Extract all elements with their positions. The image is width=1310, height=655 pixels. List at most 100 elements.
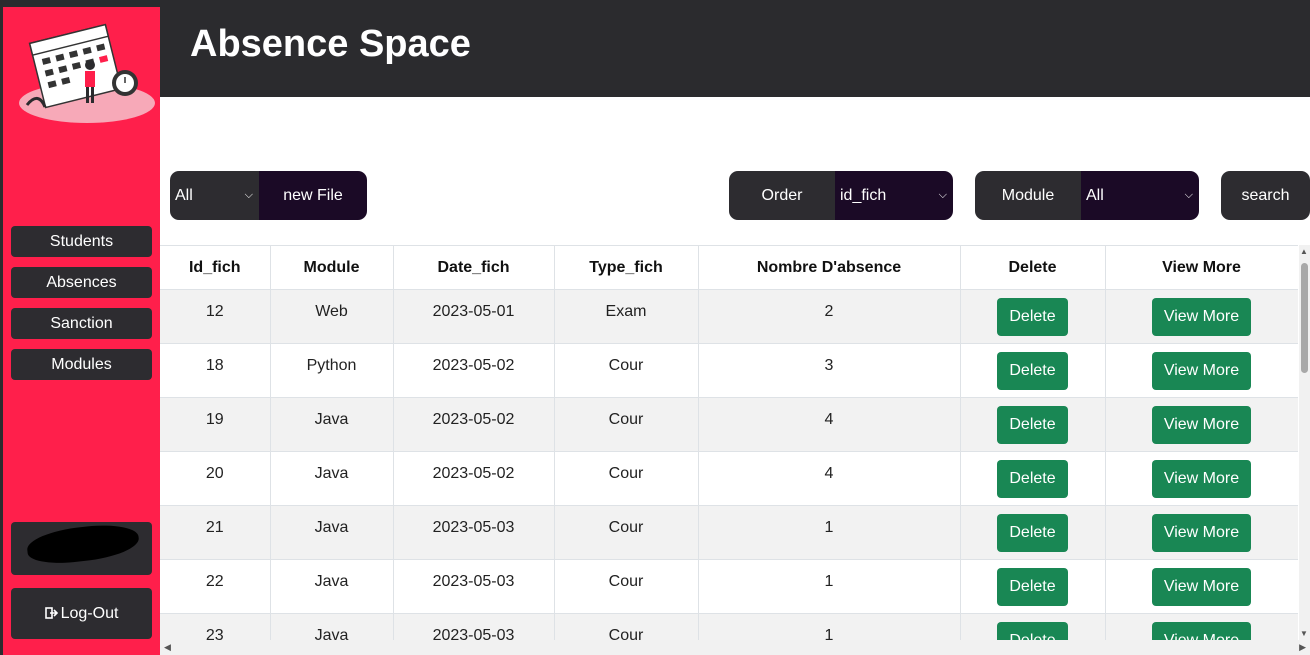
logout-button[interactable]: Log-Out [11, 588, 152, 639]
view-more-button[interactable]: View More [1151, 514, 1252, 552]
view-more-button[interactable]: View More [1151, 460, 1252, 498]
cell-delete: Delete [960, 613, 1106, 640]
module-select[interactable]: All ⌵ [1081, 171, 1199, 220]
module-label-text: Module [1001, 186, 1055, 204]
logout-icon [44, 606, 59, 622]
cell-id: 18 [160, 343, 271, 398]
order-select[interactable]: id_fich ⌵ [835, 171, 953, 220]
view-more-button[interactable]: View More [1151, 406, 1252, 444]
cell-delete: Delete [960, 343, 1106, 398]
order-group: Order id_fich ⌵ [729, 171, 953, 220]
cell-module: Java [270, 559, 394, 614]
table-row: 19 Java 2023-05-02 Cour 4 Delete View Mo… [160, 397, 1298, 452]
table-header-row: Id_fich Module Date_fich Type_fich Nombr… [160, 245, 1298, 290]
delete-button[interactable]: Delete [997, 298, 1068, 336]
scrollbar-thumb[interactable] [1301, 263, 1308, 373]
view-more-button[interactable]: View More [1151, 568, 1252, 606]
cell-module: Java [270, 397, 394, 452]
new-file-button[interactable]: new File [259, 171, 367, 220]
module-label: Module [975, 171, 1081, 220]
delete-button[interactable]: Delete [997, 622, 1068, 640]
module-group: Module All ⌵ [975, 171, 1199, 220]
cell-type: Cour [554, 397, 699, 452]
absence-table-container[interactable]: Id_fich Module Date_fich Type_fich Nombr… [160, 245, 1298, 640]
sidebar-item-modules[interactable]: Modules [11, 349, 152, 380]
sidebar-item-absences[interactable]: Absences [11, 267, 152, 298]
view-more-button[interactable]: View More [1151, 352, 1252, 390]
scroll-left-icon[interactable]: ◀ [164, 642, 171, 653]
cell-type: Exam [554, 289, 699, 344]
cell-id: 23 [160, 613, 271, 640]
cell-view-more: View More [1105, 289, 1298, 344]
cell-module: Java [270, 505, 394, 560]
module-select-value: All [1086, 186, 1104, 204]
horizontal-scrollbar[interactable]: ◀ ▶ [160, 640, 1310, 655]
cell-type: Cour [554, 343, 699, 398]
filter-select-value: All [175, 186, 193, 204]
table-row: 12 Web 2023-05-01 Exam 2 Delete View Mor… [160, 289, 1298, 344]
cell-view-more: View More [1105, 397, 1298, 452]
cell-date: 2023-05-03 [393, 505, 555, 560]
sidebar-item-sanction[interactable]: Sanction [11, 308, 152, 339]
order-select-value: id_fich [840, 186, 887, 204]
column-header: Date_fich [393, 245, 555, 290]
vertical-scrollbar[interactable]: ▲ ▼ [1299, 245, 1310, 640]
cell-delete: Delete [960, 559, 1106, 614]
cell-type: Cour [554, 559, 699, 614]
cell-id: 21 [160, 505, 271, 560]
page-title: Absence Space [190, 23, 471, 65]
absence-table: Id_fich Module Date_fich Type_fich Nombr… [160, 245, 1298, 640]
filter-group: All ⌵ new File [170, 171, 367, 220]
cell-delete: Delete [960, 451, 1106, 506]
cell-module: Web [270, 289, 394, 344]
view-more-button[interactable]: View More [1151, 622, 1252, 640]
sidebar-item-students[interactable]: Students [11, 226, 152, 257]
cell-count: 3 [698, 343, 961, 398]
cell-date: 2023-05-03 [393, 559, 555, 614]
scroll-right-icon[interactable]: ▶ [1299, 642, 1306, 653]
view-more-button[interactable]: View More [1151, 298, 1252, 336]
table-row: 20 Java 2023-05-02 Cour 4 Delete View Mo… [160, 451, 1298, 506]
delete-button[interactable]: Delete [997, 514, 1068, 552]
table-row: 23 Java 2023-05-03 Cour 1 Delete View Mo… [160, 613, 1298, 640]
cell-date: 2023-05-03 [393, 613, 555, 640]
order-label: Order [729, 171, 835, 220]
sidebar: Students Absences Sanction Modules Log-O… [3, 7, 160, 655]
app-window: Students Absences Sanction Modules Log-O… [3, 7, 1310, 655]
delete-button[interactable]: Delete [997, 406, 1068, 444]
cell-count: 2 [698, 289, 961, 344]
filter-select[interactable]: All ⌵ [170, 171, 259, 220]
cell-id: 12 [160, 289, 271, 344]
table-row: 22 Java 2023-05-03 Cour 1 Delete View Mo… [160, 559, 1298, 614]
cell-type: Cour [554, 505, 699, 560]
column-header: Nombre D'absence [698, 245, 961, 290]
column-header: Id_fich [160, 245, 271, 290]
cell-view-more: View More [1105, 343, 1298, 398]
sidebar-item-label: Modules [51, 355, 112, 373]
chevron-down-icon: ⌵ [244, 189, 253, 201]
column-header: Module [270, 245, 394, 290]
cell-view-more: View More [1105, 451, 1298, 506]
search-button[interactable]: search [1221, 171, 1310, 220]
cell-id: 20 [160, 451, 271, 506]
sidebar-item-label: Students [49, 232, 114, 250]
table-row: 21 Java 2023-05-03 Cour 1 Delete View Mo… [160, 505, 1298, 560]
column-header: Type_fich [554, 245, 699, 290]
delete-button[interactable]: Delete [997, 568, 1068, 606]
sidebar-item-label: Absences [46, 273, 117, 291]
delete-button[interactable]: Delete [997, 352, 1068, 390]
cell-count: 1 [698, 505, 961, 560]
cell-id: 19 [160, 397, 271, 452]
order-label-text: Order [761, 186, 803, 204]
scroll-up-icon[interactable]: ▲ [1300, 247, 1308, 256]
cell-type: Cour [554, 451, 699, 506]
scroll-down-icon[interactable]: ▼ [1300, 629, 1308, 638]
cell-date: 2023-05-02 [393, 451, 555, 506]
logout-label: Log-Out [60, 604, 119, 622]
cell-date: 2023-05-02 [393, 397, 555, 452]
cell-view-more: View More [1105, 559, 1298, 614]
sidebar-item-label: Sanction [50, 314, 113, 332]
cell-delete: Delete [960, 397, 1106, 452]
delete-button[interactable]: Delete [997, 460, 1068, 498]
cell-count: 4 [698, 397, 961, 452]
